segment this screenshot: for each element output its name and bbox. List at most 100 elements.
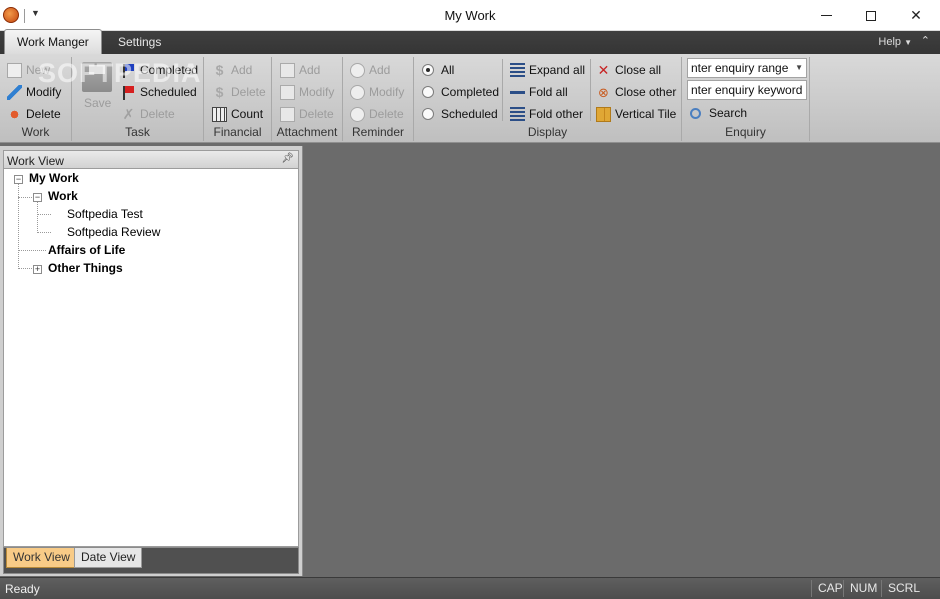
pencil-icon	[7, 84, 22, 100]
quick-access-separator	[24, 9, 25, 23]
tree-node-work[interactable]: Work	[48, 187, 78, 205]
blue-flag-icon	[121, 63, 136, 78]
delete-icon	[7, 106, 22, 122]
work-modify-button[interactable]: Modify	[7, 82, 61, 102]
tab-settings[interactable]: Settings	[106, 31, 173, 54]
display-all-radio[interactable]: All	[422, 60, 454, 80]
task-completed-button[interactable]: Completed	[121, 60, 198, 80]
expand-all-label: Expand all	[529, 63, 586, 77]
help-menu[interactable]: Help ▼	[878, 36, 912, 48]
group-enquiry-label: Enquiry	[725, 125, 766, 139]
close-all-button[interactable]: ✕ Close all	[596, 60, 661, 80]
tree-node-other-things[interactable]: Other Things	[48, 259, 123, 277]
minimize-button[interactable]	[803, 0, 849, 31]
task-scheduled-button[interactable]: Scheduled	[121, 82, 197, 102]
view-tab-strip: Work View Date View	[3, 547, 299, 574]
clock-add-icon	[350, 62, 365, 78]
display-completed-radio[interactable]: Completed	[422, 82, 499, 102]
tree-node-affairs-of-life[interactable]: Affairs of Life	[48, 241, 125, 259]
enquiry-keyword-value: nter enquiry keyword	[691, 83, 803, 97]
close-button[interactable]: ✕	[893, 0, 939, 31]
fold-other-button[interactable]: Fold other	[510, 104, 583, 124]
status-separator	[811, 580, 812, 597]
group-financial: $ Add $ Delete Count Financial	[204, 57, 272, 141]
attachment-delete-button[interactable]: Delete	[280, 104, 334, 124]
group-work: New Modify Delete Work	[0, 57, 72, 141]
pin-icon[interactable]: 📌︎	[281, 153, 294, 164]
tree-line	[37, 201, 38, 233]
financial-add-button[interactable]: $ Add	[212, 60, 253, 80]
group-attachment: Add Modify Delete Attachment	[272, 57, 343, 141]
delete-x-icon: ✗	[122, 105, 135, 122]
attachment-add-label: Add	[299, 63, 321, 77]
chevron-down-icon[interactable]: ▼	[795, 59, 803, 77]
tree-collapse-icon[interactable]: −	[33, 193, 42, 202]
work-view-header: Work View 📌︎	[3, 150, 299, 169]
vertical-tile-label: Vertical Tile	[615, 107, 677, 121]
search-icon	[690, 107, 701, 119]
task-save-label: Save	[84, 96, 112, 110]
tree-line	[37, 214, 51, 215]
close-icon: ✕	[910, 7, 922, 23]
status-separator	[881, 580, 882, 597]
work-tree[interactable]: − My Work − Work Softpedia Test Softpedi…	[3, 169, 299, 547]
financial-count-label: Count	[231, 107, 264, 121]
expand-all-icon	[510, 62, 525, 78]
clock-modify-icon	[350, 84, 365, 100]
attachment-delete-label: Delete	[299, 107, 334, 121]
tab-date-view[interactable]: Date View	[74, 548, 143, 568]
reminder-add-button[interactable]: Add	[350, 60, 390, 80]
work-new-label: New	[26, 63, 51, 77]
minimize-icon	[820, 15, 832, 16]
enquiry-range-combo[interactable]: nter enquiry range ▼	[687, 58, 807, 78]
expand-all-button[interactable]: Expand all	[510, 60, 585, 80]
attachment-modify-button[interactable]: Modify	[280, 82, 334, 102]
workspace-area	[304, 146, 940, 576]
num-indicator: NUM	[850, 581, 878, 595]
financial-count-button[interactable]: Count	[212, 104, 263, 124]
tree-expand-icon[interactable]: +	[33, 265, 42, 274]
quick-access-dropdown-icon[interactable]: ▼	[31, 8, 40, 18]
fold-all-button[interactable]: Fold all	[510, 82, 568, 102]
attachment-add-icon	[280, 62, 295, 78]
tree-node-my-work[interactable]: My Work	[29, 169, 79, 187]
status-bar: Ready CAP NUM SCRL	[0, 577, 940, 599]
financial-delete-button[interactable]: $ Delete	[212, 82, 266, 102]
status-text: Ready	[5, 582, 40, 596]
close-other-button[interactable]: ⊗ Close other	[596, 82, 676, 102]
tab-work-view[interactable]: Work View	[6, 548, 77, 568]
clock-delete-icon	[350, 106, 365, 122]
work-modify-label: Modify	[26, 85, 62, 99]
tree-line	[37, 232, 51, 233]
work-delete-button[interactable]: Delete	[7, 104, 61, 124]
task-delete-label: Delete	[140, 107, 175, 121]
financial-delete-label: Delete	[231, 85, 266, 99]
attachment-modify-label: Modify	[299, 85, 335, 99]
tree-node-softpedia-test[interactable]: Softpedia Test	[67, 205, 143, 223]
group-work-label: Work	[21, 125, 50, 139]
ribbon-minimize-icon[interactable]: ⌃	[921, 34, 930, 47]
save-icon[interactable]	[82, 62, 112, 92]
reminder-delete-button[interactable]: Delete	[350, 104, 404, 124]
enquiry-search-button[interactable]: Search	[690, 103, 747, 123]
calculator-icon	[212, 106, 227, 122]
fold-all-label: Fold all	[529, 85, 568, 99]
radio-all-icon	[422, 64, 434, 76]
fold-other-label: Fold other	[529, 107, 584, 121]
fold-other-icon	[510, 106, 525, 122]
display-scheduled-radio[interactable]: Scheduled	[422, 104, 498, 124]
tree-node-softpedia-review[interactable]: Softpedia Review	[67, 223, 160, 241]
tab-work-manager[interactable]: Work Manger	[4, 29, 102, 54]
attachment-add-button[interactable]: Add	[280, 60, 320, 80]
task-scheduled-label: Scheduled	[140, 85, 197, 99]
maximize-button[interactable]	[848, 0, 894, 31]
app-logo-icon[interactable]	[3, 7, 19, 23]
tree-collapse-icon[interactable]: −	[14, 175, 23, 184]
enquiry-keyword-input[interactable]: nter enquiry keyword	[687, 80, 807, 100]
vertical-tile-button[interactable]: Vertical Tile	[596, 104, 676, 124]
group-reminder: Add Modify Delete Reminder	[343, 57, 414, 141]
work-new-button[interactable]: New	[7, 60, 50, 80]
reminder-modify-button[interactable]: Modify	[350, 82, 404, 102]
task-delete-button[interactable]: ✗ Delete	[121, 104, 175, 124]
reminder-delete-label: Delete	[369, 107, 404, 121]
